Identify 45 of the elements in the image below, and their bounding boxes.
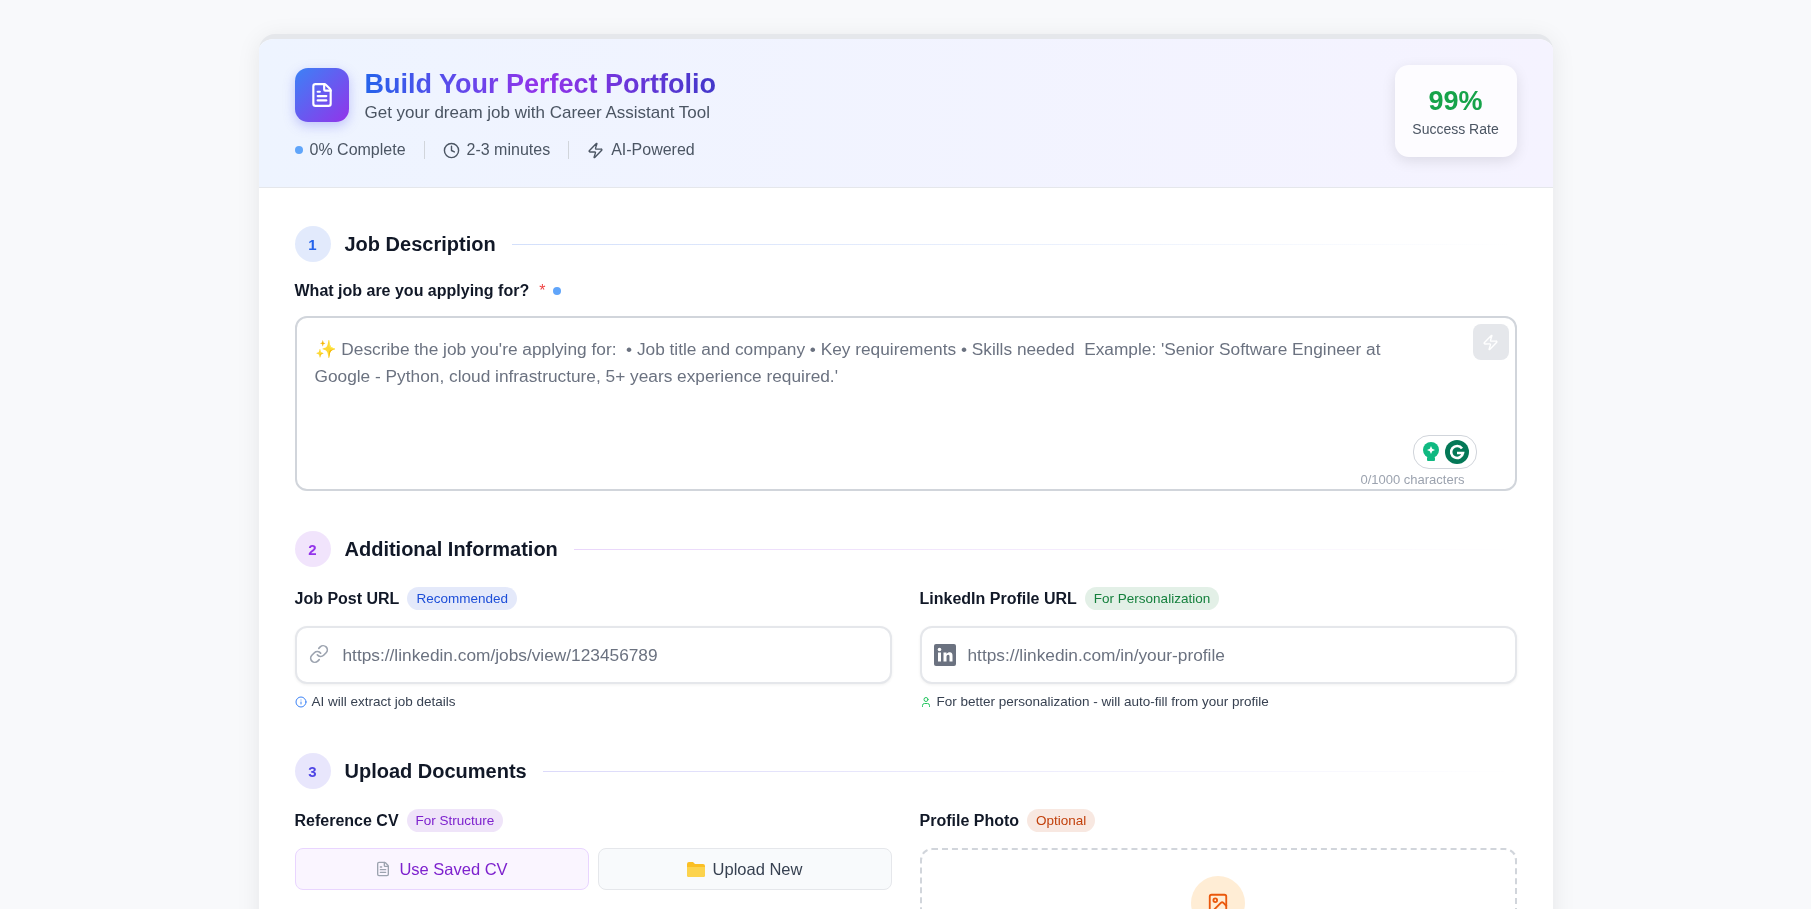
- cv-option-button[interactable]: Upload New: [597, 848, 892, 890]
- hint-text: AI will extract job details: [311, 694, 456, 709]
- meta-text: 2-3 minutes: [466, 141, 551, 159]
- lightning-button[interactable]: [1472, 324, 1509, 360]
- document-icon: [294, 68, 349, 122]
- status-dot: [553, 287, 562, 295]
- field-label: Reference CV: [294, 811, 399, 830]
- linkedin-icon: [933, 644, 956, 666]
- status-dot: [294, 146, 303, 154]
- tag-badge: Recommended: [407, 587, 517, 610]
- field-label: What job are you applying for?: [294, 282, 530, 300]
- lightbulb-icon: [1420, 441, 1441, 463]
- step-number: 1: [294, 226, 331, 262]
- lightning-icon: [1482, 333, 1499, 351]
- field-label: Profile Photo: [919, 811, 1020, 830]
- tag-badge: For Structure: [406, 809, 504, 832]
- user-icon: [919, 695, 932, 708]
- step-number: 3: [294, 753, 331, 789]
- assistant-widget[interactable]: [1412, 435, 1477, 469]
- section-title: Upload Documents: [344, 759, 527, 783]
- url-field[interactable]: https://linkedin.com/in/your-profile: [919, 626, 1517, 684]
- field-label: Job Post URL: [294, 589, 400, 608]
- page-subtitle: Get your dream job with Career Assistant Tool: [364, 103, 711, 123]
- tag-badge: For Personalization: [1084, 587, 1220, 610]
- url-field[interactable]: https://linkedin.com/jobs/view/123456789: [294, 626, 892, 684]
- clock-icon: [442, 141, 460, 159]
- hint-text: For better personalization - will auto-fill from your profile: [936, 694, 1269, 709]
- folder-icon: [686, 861, 705, 877]
- info-icon: [294, 695, 307, 708]
- meta-text: 0% Complete: [309, 141, 406, 159]
- section-title: Job Description: [344, 232, 496, 256]
- character-counter: 0/1000 characters: [1360, 472, 1465, 487]
- section-title: Additional Information: [344, 537, 558, 561]
- assistant-logo-icon: [1444, 440, 1469, 464]
- stat-label: Success Rate: [1412, 120, 1499, 137]
- required-mark: *: [539, 282, 546, 300]
- lightning-icon: [587, 141, 605, 159]
- cv-option-button[interactable]: Use Saved CV: [294, 848, 589, 890]
- stat-value: 99%: [1428, 85, 1483, 117]
- meta-text: AI-Powered: [611, 141, 695, 159]
- link-icon: [308, 644, 329, 664]
- step-number: 2: [294, 531, 331, 567]
- document-icon: [375, 861, 392, 877]
- tag-badge: Optional: [1027, 809, 1096, 832]
- field-label: LinkedIn Profile URL: [919, 589, 1077, 608]
